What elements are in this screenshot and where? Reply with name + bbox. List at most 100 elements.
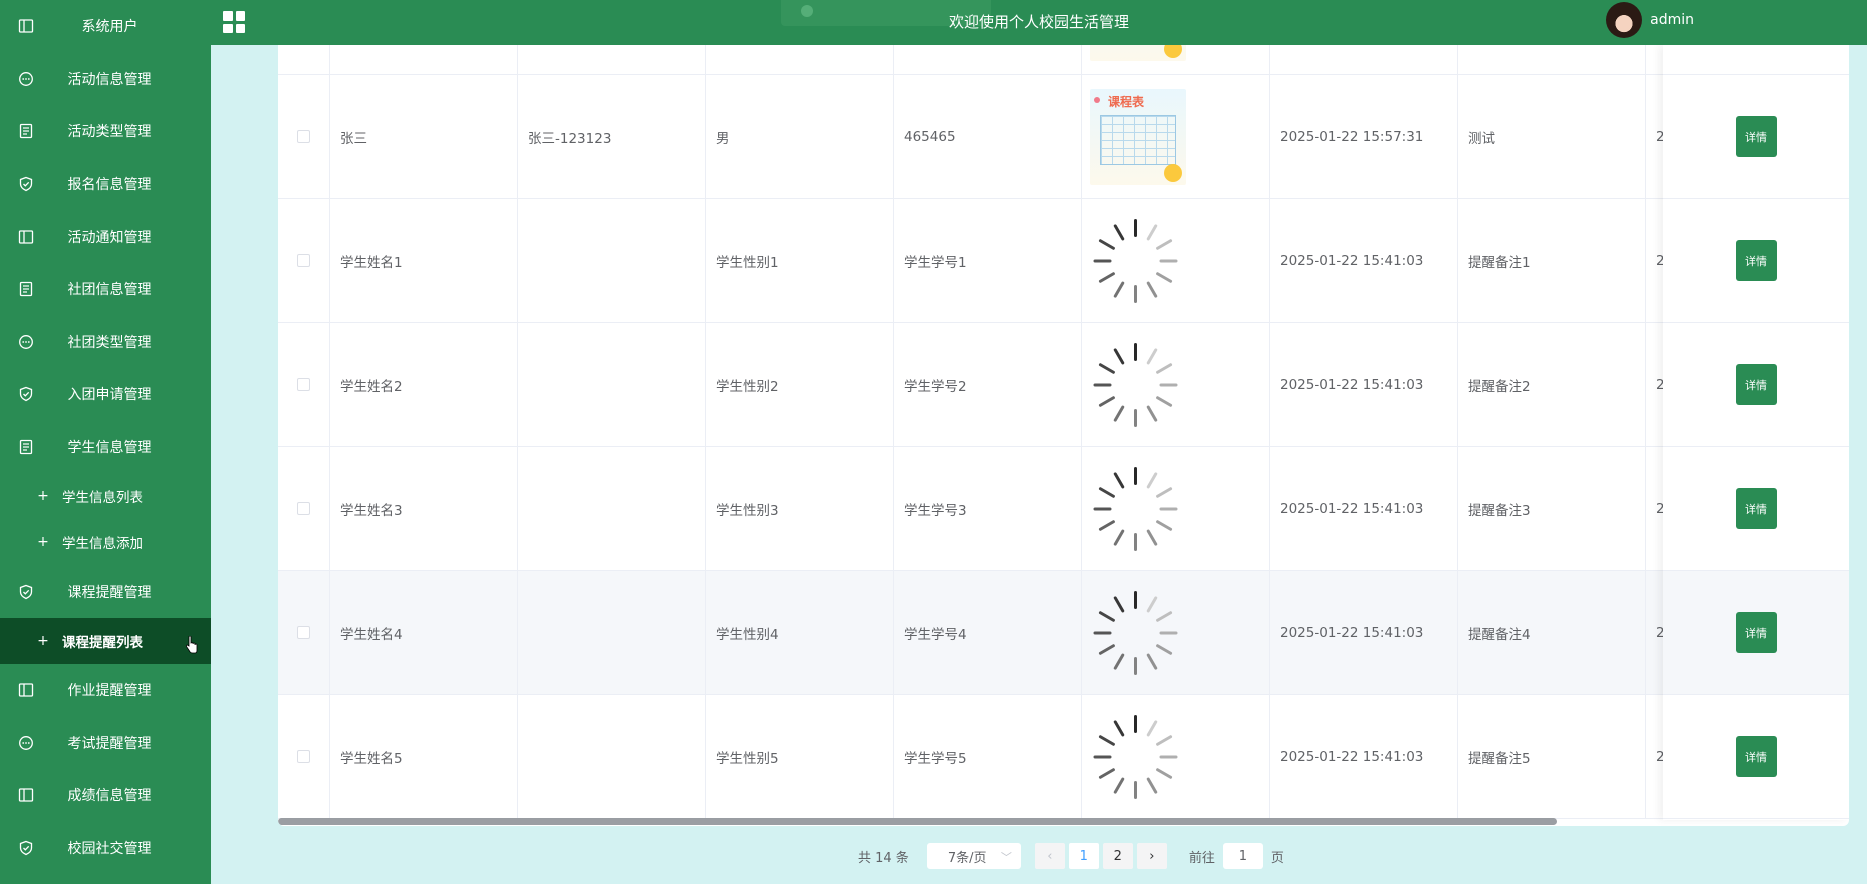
spinner-tick	[1146, 528, 1158, 546]
row-checkbox[interactable]	[297, 750, 310, 763]
spinner-tick	[1134, 590, 1137, 609]
spinner-tick	[1146, 404, 1158, 422]
user-menu[interactable]: admin	[1606, 2, 1694, 38]
spinner-tick	[1146, 595, 1158, 613]
detail-button[interactable]: 详情	[1735, 612, 1777, 653]
row-checkbox-cell	[278, 571, 330, 694]
table-row[interactable]: 学生姓名5 学生性别5 学生学号5 2025-01-22 15:41:03 提醒备注5 2	[278, 695, 1849, 819]
row-checkbox[interactable]	[297, 626, 310, 639]
spinner-tick	[1098, 486, 1116, 498]
time-cell: 2025-01-22 15:41:03	[1270, 323, 1458, 446]
sidebar-item-menu-8[interactable]: 学生信息管理	[0, 421, 211, 474]
spinner-tick	[1155, 734, 1173, 746]
schedule-image-title: 课程表	[1108, 94, 1145, 109]
student-sex-cell: 学生性别2	[706, 323, 894, 446]
spinner-tick	[1093, 383, 1112, 386]
sidebar-subitem-student-0[interactable]: + 学生信息列表	[0, 473, 211, 519]
spinner-tick	[1159, 259, 1178, 262]
spinner-tick	[1134, 466, 1137, 485]
chat-icon	[17, 70, 35, 88]
sidebar-subitem-course-list[interactable]: + 课程提醒列表	[0, 617, 211, 664]
table-row[interactable]: 张三 张三-123123 男 465465 课程表 2025-01-22 15:57:31…	[278, 75, 1849, 199]
detail-button[interactable]: 详情	[1735, 488, 1777, 529]
image-cell	[1082, 199, 1270, 322]
hand-cursor-icon	[186, 636, 198, 654]
sidebar-item-menu-3[interactable]: 报名信息管理	[0, 158, 211, 211]
table-row[interactable]: 学生姓名4 学生性别4 学生学号4 2025-01-22 15:41:03 提醒备注4 2	[278, 571, 1849, 695]
spinner-tick	[1113, 471, 1125, 489]
cell	[518, 45, 706, 74]
sidebar-item-menu-after-0[interactable]: 作业提醒管理	[0, 664, 211, 717]
sidebar-item-menu-6[interactable]: 社团类型管理	[0, 316, 211, 369]
jump-page-input[interactable]	[1222, 843, 1263, 869]
spinner-tick	[1159, 383, 1178, 386]
pagination: 共 14 条 7条/页 ﹀ ‹ 1 2 › 前往 页	[858, 843, 1284, 869]
row-checkbox-cell	[278, 199, 330, 322]
detail-button[interactable]: 详情	[1735, 116, 1777, 157]
plus-icon: +	[37, 488, 49, 505]
cell: 课程表	[1082, 45, 1270, 74]
spinner-tick	[1146, 719, 1158, 737]
page-button-2[interactable]: 2	[1102, 843, 1133, 869]
page-size-select[interactable]: 7条/页 ﹀	[926, 843, 1021, 869]
spinner-tick	[1113, 404, 1125, 422]
row-checkbox[interactable]	[297, 502, 310, 515]
sidebar-subitem-student-1[interactable]: + 学生信息添加	[0, 519, 211, 565]
table-row[interactable]: 学生姓名1 学生性别1 学生学号1 2025-01-22 15:41:03 提醒备注1 2	[278, 199, 1849, 323]
detail-button[interactable]: 详情	[1735, 364, 1777, 405]
image-cell	[1082, 323, 1270, 446]
schedule-grid	[1100, 114, 1176, 165]
loading-spinner-icon	[1093, 590, 1178, 675]
spinner-tick	[1155, 643, 1173, 655]
action-cell: 详情	[1663, 75, 1849, 199]
sun-icon	[1164, 163, 1182, 182]
action-cell: 详情	[1663, 571, 1849, 695]
columns-icon	[17, 17, 35, 35]
sidebar-item-menu-1[interactable]: 活动信息管理	[0, 53, 211, 106]
account-cell	[518, 571, 706, 694]
table-row[interactable]: 学生姓名3 学生性别3 学生学号3 2025-01-22 15:41:03 提醒备注3 2	[278, 447, 1849, 571]
detail-button[interactable]: 详情	[1735, 736, 1777, 777]
sidebar-item-menu-4[interactable]: 活动通知管理	[0, 210, 211, 263]
sidebar-subitem-label: 课程提醒列表	[62, 634, 143, 651]
sidebar-item-menu-2[interactable]: 活动类型管理	[0, 105, 211, 158]
shield-check-icon	[17, 175, 35, 193]
table-row-partial: 课程表	[278, 45, 1849, 75]
row-checkbox[interactable]	[297, 130, 310, 143]
sidebar-item-course-reminders[interactable]: 课程提醒管理	[0, 565, 211, 618]
sidebar-item-menu-after-1[interactable]: 考试提醒管理	[0, 717, 211, 770]
document-icon	[17, 438, 35, 456]
top-header: 欢迎使用个人校园生活管理 admin	[211, 0, 1867, 45]
sidebar-item-menu-after-2[interactable]: 成绩信息管理	[0, 769, 211, 822]
cell	[278, 45, 330, 74]
sidebar-item-menu-after-3[interactable]: 校园社交管理	[0, 822, 211, 875]
image-cell	[1082, 571, 1270, 694]
time-cell: 2025-01-22 15:41:03	[1270, 199, 1458, 322]
prev-page-button[interactable]: ‹	[1034, 843, 1065, 869]
next-page-button[interactable]: ›	[1136, 843, 1167, 869]
sidebar-item-menu-0[interactable]: 系统用户	[0, 0, 211, 53]
page-button-1[interactable]: 1	[1068, 843, 1099, 869]
note-cell: 提醒备注1	[1458, 199, 1646, 322]
sidebar: 系统用户 活动信息管理 活动类型管理 报名信息管理 活动通知管理 社团信息管理 社团类型管理…	[0, 0, 211, 884]
student-name-cell: 学生姓名3	[330, 447, 518, 570]
row-checkbox[interactable]	[297, 254, 310, 267]
student-sex-cell: 学生性别4	[706, 571, 894, 694]
decor-dot	[1094, 96, 1100, 103]
page-jumper: 前往 页	[1189, 843, 1284, 869]
table-row[interactable]: 学生姓名2 学生性别2 学生学号2 2025-01-22 15:41:03 提醒备注2 2	[278, 323, 1849, 447]
row-checkbox[interactable]	[297, 378, 310, 391]
row-checkbox-cell	[278, 447, 330, 570]
shield-check-icon	[17, 385, 35, 403]
account-cell	[518, 199, 706, 322]
sidebar-item-menu-7[interactable]: 入团申请管理	[0, 368, 211, 421]
horizontal-scrollbar[interactable]	[278, 818, 1557, 825]
sidebar-item-menu-5[interactable]: 社团信息管理	[0, 263, 211, 316]
detail-button[interactable]: 详情	[1735, 240, 1777, 281]
sun-icon	[1164, 45, 1182, 58]
spinner-tick	[1134, 656, 1137, 675]
course-schedule-image: 课程表	[1090, 45, 1186, 61]
spinner-tick	[1113, 719, 1125, 737]
spinner-tick	[1098, 643, 1116, 655]
student-name-cell: 学生姓名5	[330, 695, 518, 818]
